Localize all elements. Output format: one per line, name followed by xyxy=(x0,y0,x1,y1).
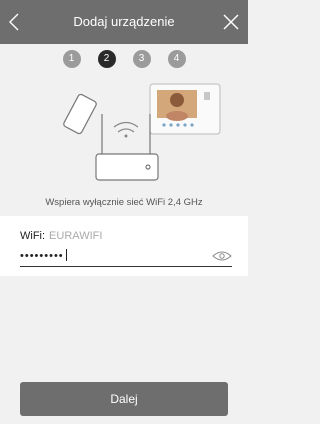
step-4: 4 xyxy=(167,50,186,68)
step-2-active: 2 xyxy=(97,50,116,68)
wifi-ssid-field[interactable]: EURAWIFI xyxy=(49,230,102,242)
phone-icon xyxy=(63,93,97,135)
eye-icon[interactable] xyxy=(212,250,232,262)
close-icon[interactable] xyxy=(220,11,242,33)
wifi-support-note: Wspiera wyłącznie sieć WiFi 2,4 GHz xyxy=(45,197,203,208)
next-button[interactable]: Dalej xyxy=(20,382,228,416)
monitor-device-icon xyxy=(149,83,221,135)
text-cursor xyxy=(65,248,67,261)
router-icon xyxy=(95,114,159,181)
step-3: 3 xyxy=(132,50,151,68)
step-indicator: 1 2 3 4 xyxy=(0,50,248,70)
back-icon[interactable] xyxy=(4,11,26,33)
password-field[interactable]: ••••••••• xyxy=(20,246,232,267)
wifi-form: WiFi: EURAWIFI ••••••••• xyxy=(0,216,248,276)
wifi-row: WiFi: EURAWIFI xyxy=(20,228,232,244)
step-1: 1 xyxy=(62,50,81,68)
wifi-label: WiFi: xyxy=(20,230,46,242)
header-bar: Dodaj urządzenie xyxy=(0,0,248,44)
wifi-signal-icon xyxy=(113,121,139,138)
password-value: ••••••••• xyxy=(20,250,64,262)
page-title: Dodaj urządzenie xyxy=(73,14,175,29)
wifi-setup-illustration xyxy=(63,83,221,181)
